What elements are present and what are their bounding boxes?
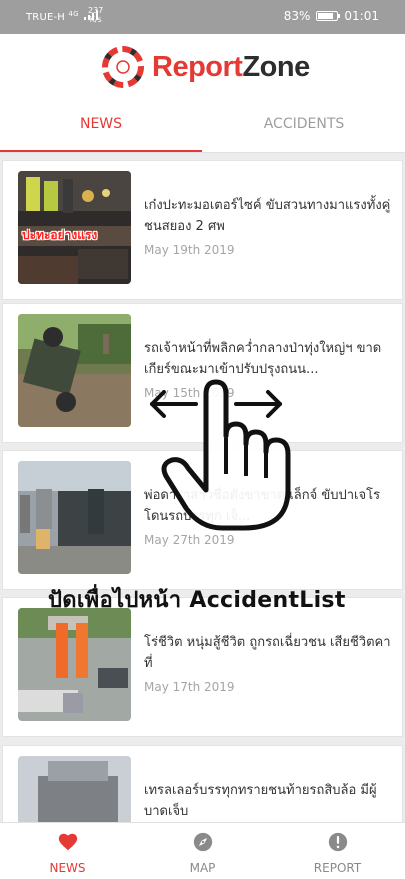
network-speed: 237 K/s <box>88 6 104 24</box>
compass-icon <box>193 832 213 852</box>
news-card[interactable]: เทรลเลอร์บรรทุกทรายชนท้ายรถสิบล้อ มีผู้บ… <box>2 745 403 822</box>
logo-text-zone: Zone <box>242 50 310 83</box>
swipe-hint-text: ปัดเพื่อไปหน้า AccidentList <box>48 588 346 613</box>
app-logo: ReportZone <box>100 44 310 90</box>
tab-indicator <box>0 150 202 152</box>
tab-accidents[interactable]: ACCIDENTS <box>203 96 405 152</box>
heart-icon <box>58 833 78 851</box>
news-title: เก๋งปะทะมอเตอร์ไซค์ ขับสวนทางมาแรงทั้งคู… <box>144 198 391 234</box>
news-thumbnail <box>18 756 131 822</box>
swipe-hand-icon <box>150 379 291 531</box>
news-date: May 19th 2019 <box>144 243 235 257</box>
logo-ring-icon <box>102 46 144 88</box>
status-bar: TRUE-H 4G 237 K/s 83% 01:01 <box>0 0 405 34</box>
tab-bar: NEWS ACCIDENTS <box>0 96 405 153</box>
news-title: รถเจ้าหน้าที่พลิกคว่ำกลางป่าทุ่งใหญ่ฯ ขา… <box>144 341 382 377</box>
news-card[interactable]: โร่ชีวิต หนุ่มสู้ชีวิต ถูกรถเฉี่ยวชน เสี… <box>2 597 403 737</box>
news-thumbnail: ปะทะอย่างแรง <box>18 171 131 284</box>
nav-report[interactable]: REPORT <box>270 823 405 879</box>
nav-news[interactable]: NEWS <box>0 823 135 879</box>
news-thumbnail <box>18 314 131 427</box>
clock: 01:01 <box>344 9 379 23</box>
alert-icon <box>328 832 348 852</box>
logo-text-report: Report <box>152 50 243 83</box>
tab-news[interactable]: NEWS <box>0 96 202 152</box>
battery-icon <box>316 11 341 21</box>
nav-report-label: REPORT <box>313 861 362 875</box>
battery-percent: 83% <box>283 9 311 23</box>
news-thumbnail <box>18 608 131 721</box>
network-type: 4G <box>68 10 79 18</box>
news-date: May 27th 2019 <box>144 533 235 547</box>
news-date: May 17th 2019 <box>144 680 235 694</box>
app-header: ReportZone <box>0 34 405 96</box>
news-title: เทรลเลอร์บรรทุกทรายชนท้ายรถสิบล้อ มีผู้บ… <box>144 783 377 819</box>
news-card[interactable]: ปะทะอย่างแรง เก๋งปะทะมอเตอร์ไซค์ ขับสวนท… <box>2 160 403 300</box>
nav-map-label: MAP <box>189 861 216 875</box>
news-thumbnail <box>18 461 131 574</box>
bottom-nav: NEWS MAP REPORT <box>0 822 405 879</box>
news-title: โร่ชีวิต หนุ่มสู้ชีวิต ถูกรถเฉี่ยวชน เสี… <box>144 635 391 671</box>
thumbnail-caption: ปะทะอย่างแรง <box>22 228 98 242</box>
nav-news-label: NEWS <box>49 861 86 875</box>
nav-map[interactable]: MAP <box>135 823 270 879</box>
